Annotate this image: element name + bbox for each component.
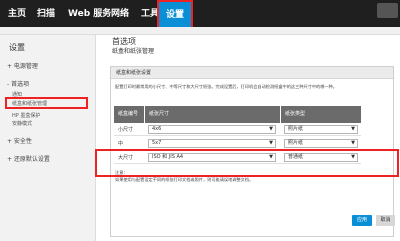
size-select-small-value: 4x6 — [152, 126, 162, 132]
panel-description: 配置打印时最常用的小尺寸、中等尺寸和大尺寸纸张。完成设置后，打印机会自动检测纸盒… — [115, 84, 337, 89]
tab-scan[interactable]: 扫描 — [37, 7, 55, 21]
help-button[interactable] — [377, 3, 398, 18]
note-text: 如果使用与配置设定不同的纸张打印文档或照片，则可能请误地调整文档。 — [115, 177, 254, 182]
sidebar-subitem-quiet-mode[interactable]: 安静模式 — [12, 120, 32, 127]
size-select-medium[interactable]: 5x7 ▼ — [148, 139, 276, 148]
size-select-small[interactable]: 4x6 ▼ — [148, 125, 276, 134]
type-select-medium[interactable]: 照片纸 ▼ — [284, 139, 358, 148]
top-nav-bar: 主页 扫描 Web 服务 网络 工具 设置 — [0, 0, 400, 31]
tab-web-services[interactable]: Web 服务 — [68, 7, 111, 21]
sidebar-subitem-cartridge-protection[interactable]: HP 墨盒保护 — [12, 112, 40, 119]
row-label-medium: 中 — [118, 141, 124, 147]
table-header-tray: 纸盒编号 — [114, 106, 144, 123]
tab-network[interactable]: 网络 — [111, 7, 129, 21]
table-header-type: 纸张类型 — [281, 106, 361, 123]
sidebar-item-preferences[interactable]: - 首选项 — [7, 79, 29, 88]
main-content: 首选项 纸盒和纸张管理 纸盒和纸张设置 配置打印时最常用的小尺寸、中等尺寸和大尺… — [95, 35, 400, 241]
chevron-down-icon: ▼ — [269, 140, 273, 146]
cancel-button[interactable]: 取消 — [376, 215, 395, 226]
sidebar-item-security[interactable]: + 安全性 — [7, 136, 32, 145]
type-select-small-value: 照片纸 — [288, 126, 304, 132]
row-label-small: 小尺寸 — [118, 127, 134, 133]
tab-settings-label: 设置 — [165, 10, 184, 20]
sidebar-item-power[interactable]: + 电源管理 — [7, 61, 38, 70]
sidebar: 设置 + 电源管理 - 首选项 通知 纸盒和纸张管理 HP 墨盒保护 安静模式 … — [0, 35, 96, 241]
sidebar-item-restore-defaults[interactable]: + 还原默认设置 — [7, 154, 50, 163]
apply-button[interactable]: 应用 — [352, 215, 372, 226]
table-row: 小尺寸 4x6 ▼ 照片纸 ▼ — [114, 123, 361, 136]
panel-title: 纸盒和纸张设置 — [111, 67, 393, 79]
large-row-highlight — [95, 149, 399, 177]
type-select-small[interactable]: 照片纸 ▼ — [284, 125, 358, 134]
chevron-down-icon: ▼ — [351, 126, 355, 132]
sidebar-selection-highlight — [5, 97, 88, 109]
tab-home[interactable]: 主页 — [8, 7, 26, 21]
page-subtitle: 纸盒和纸张管理 — [112, 48, 155, 55]
table-header-size: 纸张尺寸 — [145, 106, 280, 123]
app-root: 主页 扫描 Web 服务 网络 工具 设置 设置 + 电源管理 - 首选项 通知… — [0, 0, 400, 241]
header-strip — [0, 27, 400, 35]
sidebar-title: 设置 — [9, 43, 25, 52]
size-select-medium-value: 5x7 — [152, 140, 162, 146]
chevron-down-icon: ▼ — [269, 126, 273, 132]
chevron-down-icon: ▼ — [351, 140, 355, 146]
type-select-medium-value: 照片纸 — [288, 140, 304, 146]
